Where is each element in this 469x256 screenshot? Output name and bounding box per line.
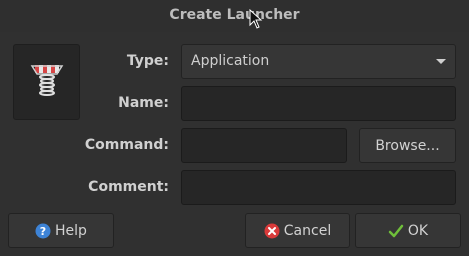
type-dropdown-value: Application [191,53,270,69]
help-button[interactable]: ? Help [8,213,114,248]
comment-input[interactable] [181,170,456,205]
title-bar[interactable]: Create Launcher [0,0,469,32]
ok-button[interactable]: OK [355,213,461,248]
comment-label: Comment: [88,179,169,195]
help-button-label: Help [55,222,87,239]
command-label: Command: [84,137,169,153]
mouse-pointer-icon [249,9,263,29]
cancel-button[interactable]: Cancel [245,213,350,248]
chevron-down-icon [436,59,446,64]
browse-button-label: Browse... [375,137,440,154]
launcher-icon-button[interactable] [13,44,80,120]
name-label: Name: [118,95,169,111]
type-dropdown[interactable]: Application [181,44,456,79]
command-input[interactable] [181,128,347,163]
checkmark-icon [388,223,404,239]
browse-button[interactable]: Browse... [359,128,456,163]
name-input[interactable] [181,86,456,121]
type-label: Type: [126,53,169,69]
cancel-icon [264,223,280,239]
svg-text:?: ? [40,225,46,238]
help-icon: ? [35,223,51,239]
window-title: Create Launcher [169,7,300,23]
launcher-spring-icon [30,65,63,96]
cancel-button-label: Cancel [283,222,332,239]
create-launcher-dialog: Create Launcher Type: Application Name: … [0,0,469,256]
ok-button-label: OK [407,222,429,239]
